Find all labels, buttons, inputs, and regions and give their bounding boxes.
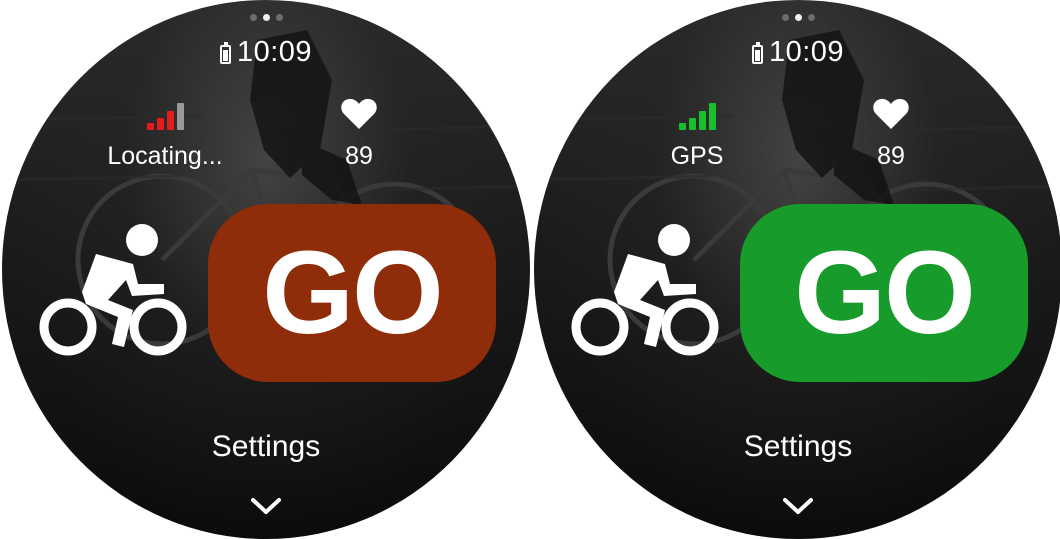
status-bar: 10:09 (534, 36, 1060, 69)
page-indicator (2, 14, 530, 21)
gps-status: GPS (622, 98, 772, 171)
signal-bar (708, 103, 716, 130)
page-dot-active (262, 14, 270, 21)
page-dot (807, 14, 815, 21)
signal-bar (166, 111, 174, 130)
battery-icon (751, 41, 763, 64)
clock-time: 10:09 (236, 36, 313, 68)
clock-time: 10:09 (768, 36, 845, 68)
go-button[interactable]: GO (740, 204, 1028, 382)
signal-bar (698, 111, 706, 130)
heart-icon (341, 98, 377, 129)
heart-rate-value: 89 (877, 142, 905, 170)
page-indicator (534, 14, 1060, 21)
go-button[interactable]: GO (208, 204, 496, 382)
heart-icon (873, 98, 909, 129)
watch-screen-locating: 10:09 Locating... 89 GO Settings (2, 0, 530, 539)
page-dot (275, 14, 283, 21)
signal-bar (678, 123, 686, 130)
signal-bar (156, 118, 164, 130)
chevron-down-icon[interactable] (781, 495, 815, 517)
watch-screen-gps-ready: 10:09 GPS 89 GO Settings (534, 0, 1060, 539)
signal-bars-icon (622, 98, 772, 130)
signal-bars-icon (90, 98, 240, 130)
cycling-icon[interactable] (38, 222, 188, 362)
cycling-icon[interactable] (570, 222, 720, 362)
heart-rate-value: 89 (345, 142, 373, 170)
page-dot (781, 14, 789, 21)
settings-link[interactable]: Settings (534, 430, 1060, 464)
gps-status-label: Locating... (107, 142, 223, 170)
signal-bar (688, 118, 696, 130)
gps-status-label: GPS (670, 142, 724, 170)
chevron-down-icon[interactable] (249, 495, 283, 517)
status-bar: 10:09 (2, 36, 530, 69)
signal-bar (176, 103, 184, 130)
heart-rate: 89 (304, 98, 414, 171)
settings-link[interactable]: Settings (2, 430, 530, 464)
heart-rate: 89 (836, 98, 946, 171)
page-dot-active (794, 14, 802, 21)
page-dot (249, 14, 257, 21)
battery-icon (219, 41, 231, 64)
signal-bar (146, 123, 154, 130)
gps-status: Locating... (90, 98, 240, 171)
